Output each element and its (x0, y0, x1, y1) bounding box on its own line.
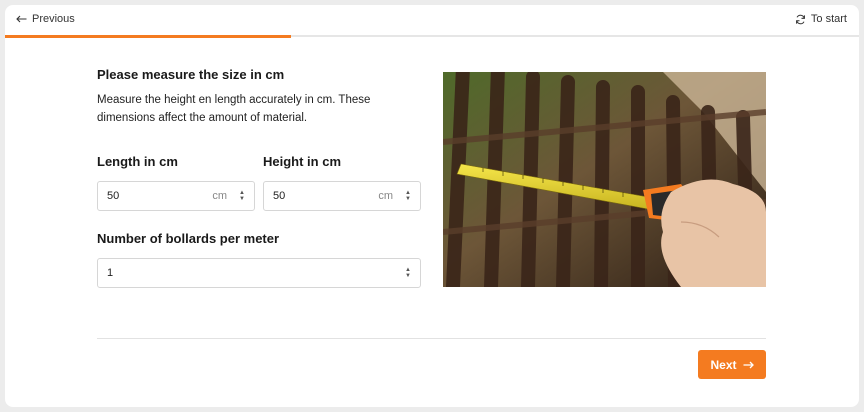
next-label: Next (710, 357, 737, 372)
wizard-card: Previous To start Please measure the siz… (5, 5, 859, 407)
stepper-icon[interactable]: ▲ ▼ (235, 190, 249, 202)
length-unit: cm (212, 190, 227, 202)
form-description: Measure the height en length accurately … (97, 94, 371, 124)
to-start-button[interactable]: To start (795, 13, 847, 25)
height-unit: cm (378, 190, 393, 202)
refresh-icon (795, 14, 805, 24)
height-input[interactable]: 50 cm ▲ ▼ (263, 181, 421, 211)
stepper-icon[interactable]: ▲ ▼ (401, 267, 415, 279)
to-start-label: To start (810, 13, 847, 25)
stepper-icon[interactable]: ▲ ▼ (401, 190, 415, 202)
length-input[interactable]: 50 cm ▲ ▼ (97, 181, 255, 211)
measuring-tape-photo (443, 72, 766, 287)
form-title: Please measure the size in cm (97, 67, 285, 82)
height-value: 50 (273, 190, 286, 202)
bollards-input[interactable]: 1 ▲ ▼ (97, 258, 421, 288)
previous-label: Previous (32, 13, 75, 25)
progress-fill (5, 35, 292, 38)
bollards-label: Number of bollards per meter (97, 231, 280, 246)
divider (97, 338, 766, 339)
arrow-left-icon (16, 15, 27, 23)
length-value: 50 (107, 190, 120, 202)
top-bar: Previous To start (5, 5, 859, 38)
length-label: Length in cm (97, 154, 178, 169)
arrow-right-icon (743, 361, 754, 368)
height-label: Height in cm (263, 154, 342, 169)
bollards-value: 1 (107, 267, 114, 279)
next-button[interactable]: Next (698, 350, 766, 379)
progress-bar (5, 35, 859, 38)
fence-tape-illustration (443, 72, 766, 287)
previous-button[interactable]: Previous (16, 13, 75, 25)
